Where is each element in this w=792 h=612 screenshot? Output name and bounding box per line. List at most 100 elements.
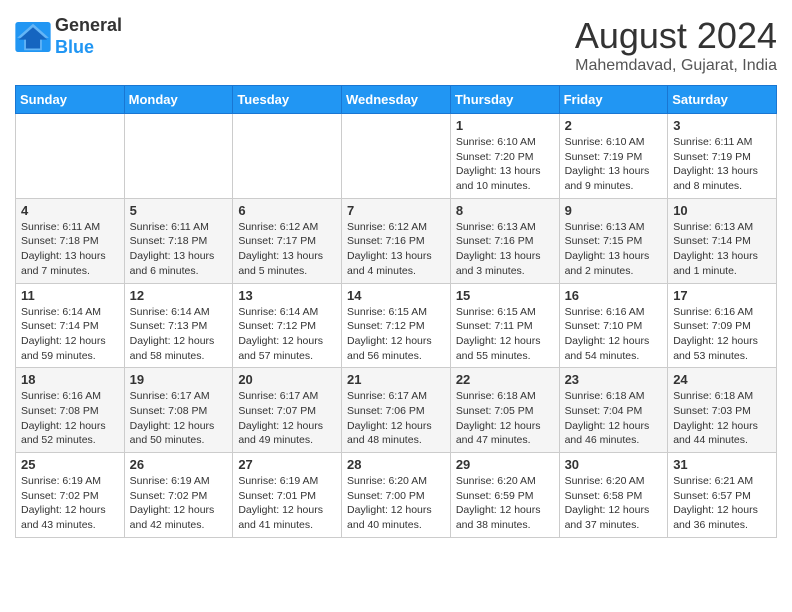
day-number: 20 (238, 372, 336, 387)
calendar-cell: 26 Sunrise: 6:19 AM Sunset: 7:02 PM Dayli… (124, 453, 233, 538)
weekday-header-tuesday: Tuesday (233, 86, 342, 114)
day-info: Sunrise: 6:20 AM Sunset: 7:00 PM Dayligh… (347, 474, 445, 533)
day-number: 5 (130, 203, 228, 218)
day-number: 16 (565, 288, 663, 303)
calendar-cell: 21 Sunrise: 6:17 AM Sunset: 7:06 PM Dayli… (342, 368, 451, 453)
weekday-header-friday: Friday (559, 86, 668, 114)
calendar-cell: 3 Sunrise: 6:11 AM Sunset: 7:19 PM Daylig… (668, 114, 777, 199)
day-info: Sunrise: 6:20 AM Sunset: 6:59 PM Dayligh… (456, 474, 554, 533)
calendar-cell: 10Sunrise: 6:13 AM Sunset: 7:14 PM Dayli… (668, 198, 777, 283)
calendar-cell: 5 Sunrise: 6:11 AM Sunset: 7:18 PM Daylig… (124, 198, 233, 283)
calendar-cell (124, 114, 233, 199)
day-number: 15 (456, 288, 554, 303)
day-number: 4 (21, 203, 119, 218)
calendar-week-row: 4 Sunrise: 6:11 AM Sunset: 7:18 PM Daylig… (16, 198, 777, 283)
calendar-cell (16, 114, 125, 199)
calendar-week-row: 1 Sunrise: 6:10 AM Sunset: 7:20 PM Daylig… (16, 114, 777, 199)
day-info: Sunrise: 6:14 AM Sunset: 7:14 PM Dayligh… (21, 305, 119, 364)
day-info: Sunrise: 6:10 AM Sunset: 7:19 PM Dayligh… (565, 135, 663, 194)
day-number: 29 (456, 457, 554, 472)
logo-text: General Blue (55, 15, 122, 58)
day-number: 14 (347, 288, 445, 303)
calendar-cell: 22 Sunrise: 6:18 AM Sunset: 7:05 PM Dayli… (450, 368, 559, 453)
day-number: 26 (130, 457, 228, 472)
calendar-cell: 6Sunrise: 6:12 AM Sunset: 7:17 PM Daylig… (233, 198, 342, 283)
day-number: 27 (238, 457, 336, 472)
logo-line1: General (55, 15, 122, 37)
day-info: Sunrise: 6:15 AM Sunset: 7:12 PM Dayligh… (347, 305, 445, 364)
day-number: 12 (130, 288, 228, 303)
day-info: Sunrise: 6:11 AM Sunset: 7:19 PM Dayligh… (673, 135, 771, 194)
day-number: 3 (673, 118, 771, 133)
location-subtitle: Mahemdavad, Gujarat, India (575, 57, 777, 75)
calendar-cell: 19 Sunrise: 6:17 AM Sunset: 7:08 PM Dayli… (124, 368, 233, 453)
calendar-cell: 1 Sunrise: 6:10 AM Sunset: 7:20 PM Daylig… (450, 114, 559, 199)
day-info: Sunrise: 6:19 AM Sunset: 7:02 PM Dayligh… (21, 474, 119, 533)
calendar-table: SundayMondayTuesdayWednesdayThursdayFrid… (15, 85, 777, 538)
calendar-cell: 18Sunrise: 6:16 AM Sunset: 7:08 PM Dayli… (16, 368, 125, 453)
day-number: 24 (673, 372, 771, 387)
day-number: 31 (673, 457, 771, 472)
day-info: Sunrise: 6:21 AM Sunset: 6:57 PM Dayligh… (673, 474, 771, 533)
day-number: 13 (238, 288, 336, 303)
weekday-header-row: SundayMondayTuesdayWednesdayThursdayFrid… (16, 86, 777, 114)
calendar-cell: 14 Sunrise: 6:15 AM Sunset: 7:12 PM Dayli… (342, 283, 451, 368)
day-number: 21 (347, 372, 445, 387)
calendar-cell: 7 Sunrise: 6:12 AM Sunset: 7:16 PM Daylig… (342, 198, 451, 283)
calendar-cell: 24 Sunrise: 6:18 AM Sunset: 7:03 PM Dayli… (668, 368, 777, 453)
calendar-cell: 28 Sunrise: 6:20 AM Sunset: 7:00 PM Dayli… (342, 453, 451, 538)
calendar-cell: 23Sunrise: 6:18 AM Sunset: 7:04 PM Dayli… (559, 368, 668, 453)
day-info: Sunrise: 6:13 AM Sunset: 7:16 PM Dayligh… (456, 220, 554, 279)
title-block: August 2024 Mahemdavad, Gujarat, India (575, 15, 777, 75)
calendar-cell: 29 Sunrise: 6:20 AM Sunset: 6:59 PM Dayli… (450, 453, 559, 538)
day-info: Sunrise: 6:11 AM Sunset: 7:18 PM Dayligh… (130, 220, 228, 279)
logo-icon (15, 22, 51, 52)
logo: General Blue (15, 15, 122, 58)
day-info: Sunrise: 6:17 AM Sunset: 7:07 PM Dayligh… (238, 389, 336, 448)
day-number: 19 (130, 372, 228, 387)
weekday-header-saturday: Saturday (668, 86, 777, 114)
day-number: 7 (347, 203, 445, 218)
calendar-cell: 15 Sunrise: 6:15 AM Sunset: 7:11 PM Dayli… (450, 283, 559, 368)
day-info: Sunrise: 6:18 AM Sunset: 7:05 PM Dayligh… (456, 389, 554, 448)
calendar-cell: 16 Sunrise: 6:16 AM Sunset: 7:10 PM Dayli… (559, 283, 668, 368)
day-number: 9 (565, 203, 663, 218)
day-number: 17 (673, 288, 771, 303)
calendar-week-row: 18Sunrise: 6:16 AM Sunset: 7:08 PM Dayli… (16, 368, 777, 453)
calendar-week-row: 25 Sunrise: 6:19 AM Sunset: 7:02 PM Dayli… (16, 453, 777, 538)
day-info: Sunrise: 6:15 AM Sunset: 7:11 PM Dayligh… (456, 305, 554, 364)
day-info: Sunrise: 6:14 AM Sunset: 7:13 PM Dayligh… (130, 305, 228, 364)
day-info: Sunrise: 6:16 AM Sunset: 7:10 PM Dayligh… (565, 305, 663, 364)
weekday-header-sunday: Sunday (16, 86, 125, 114)
day-number: 1 (456, 118, 554, 133)
calendar-cell: 17Sunrise: 6:16 AM Sunset: 7:09 PM Dayli… (668, 283, 777, 368)
day-info: Sunrise: 6:12 AM Sunset: 7:16 PM Dayligh… (347, 220, 445, 279)
calendar-cell: 13 Sunrise: 6:14 AM Sunset: 7:12 PM Dayli… (233, 283, 342, 368)
day-number: 6 (238, 203, 336, 218)
calendar-cell: 20 Sunrise: 6:17 AM Sunset: 7:07 PM Dayli… (233, 368, 342, 453)
calendar-cell (342, 114, 451, 199)
day-info: Sunrise: 6:17 AM Sunset: 7:08 PM Dayligh… (130, 389, 228, 448)
day-info: Sunrise: 6:13 AM Sunset: 7:14 PM Dayligh… (673, 220, 771, 279)
weekday-header-monday: Monday (124, 86, 233, 114)
day-number: 2 (565, 118, 663, 133)
calendar-cell: 27Sunrise: 6:19 AM Sunset: 7:01 PM Dayli… (233, 453, 342, 538)
day-info: Sunrise: 6:14 AM Sunset: 7:12 PM Dayligh… (238, 305, 336, 364)
day-number: 30 (565, 457, 663, 472)
day-info: Sunrise: 6:17 AM Sunset: 7:06 PM Dayligh… (347, 389, 445, 448)
day-number: 25 (21, 457, 119, 472)
day-info: Sunrise: 6:18 AM Sunset: 7:04 PM Dayligh… (565, 389, 663, 448)
day-number: 22 (456, 372, 554, 387)
calendar-cell: 30Sunrise: 6:20 AM Sunset: 6:58 PM Dayli… (559, 453, 668, 538)
day-info: Sunrise: 6:10 AM Sunset: 7:20 PM Dayligh… (456, 135, 554, 194)
day-info: Sunrise: 6:13 AM Sunset: 7:15 PM Dayligh… (565, 220, 663, 279)
calendar-cell: 25 Sunrise: 6:19 AM Sunset: 7:02 PM Dayli… (16, 453, 125, 538)
day-number: 11 (21, 288, 119, 303)
calendar-cell: 31 Sunrise: 6:21 AM Sunset: 6:57 PM Dayli… (668, 453, 777, 538)
calendar-cell: 12 Sunrise: 6:14 AM Sunset: 7:13 PM Dayli… (124, 283, 233, 368)
day-info: Sunrise: 6:19 AM Sunset: 7:02 PM Dayligh… (130, 474, 228, 533)
calendar-week-row: 11 Sunrise: 6:14 AM Sunset: 7:14 PM Dayli… (16, 283, 777, 368)
calendar-cell: 9 Sunrise: 6:13 AM Sunset: 7:15 PM Daylig… (559, 198, 668, 283)
day-info: Sunrise: 6:18 AM Sunset: 7:03 PM Dayligh… (673, 389, 771, 448)
day-number: 28 (347, 457, 445, 472)
